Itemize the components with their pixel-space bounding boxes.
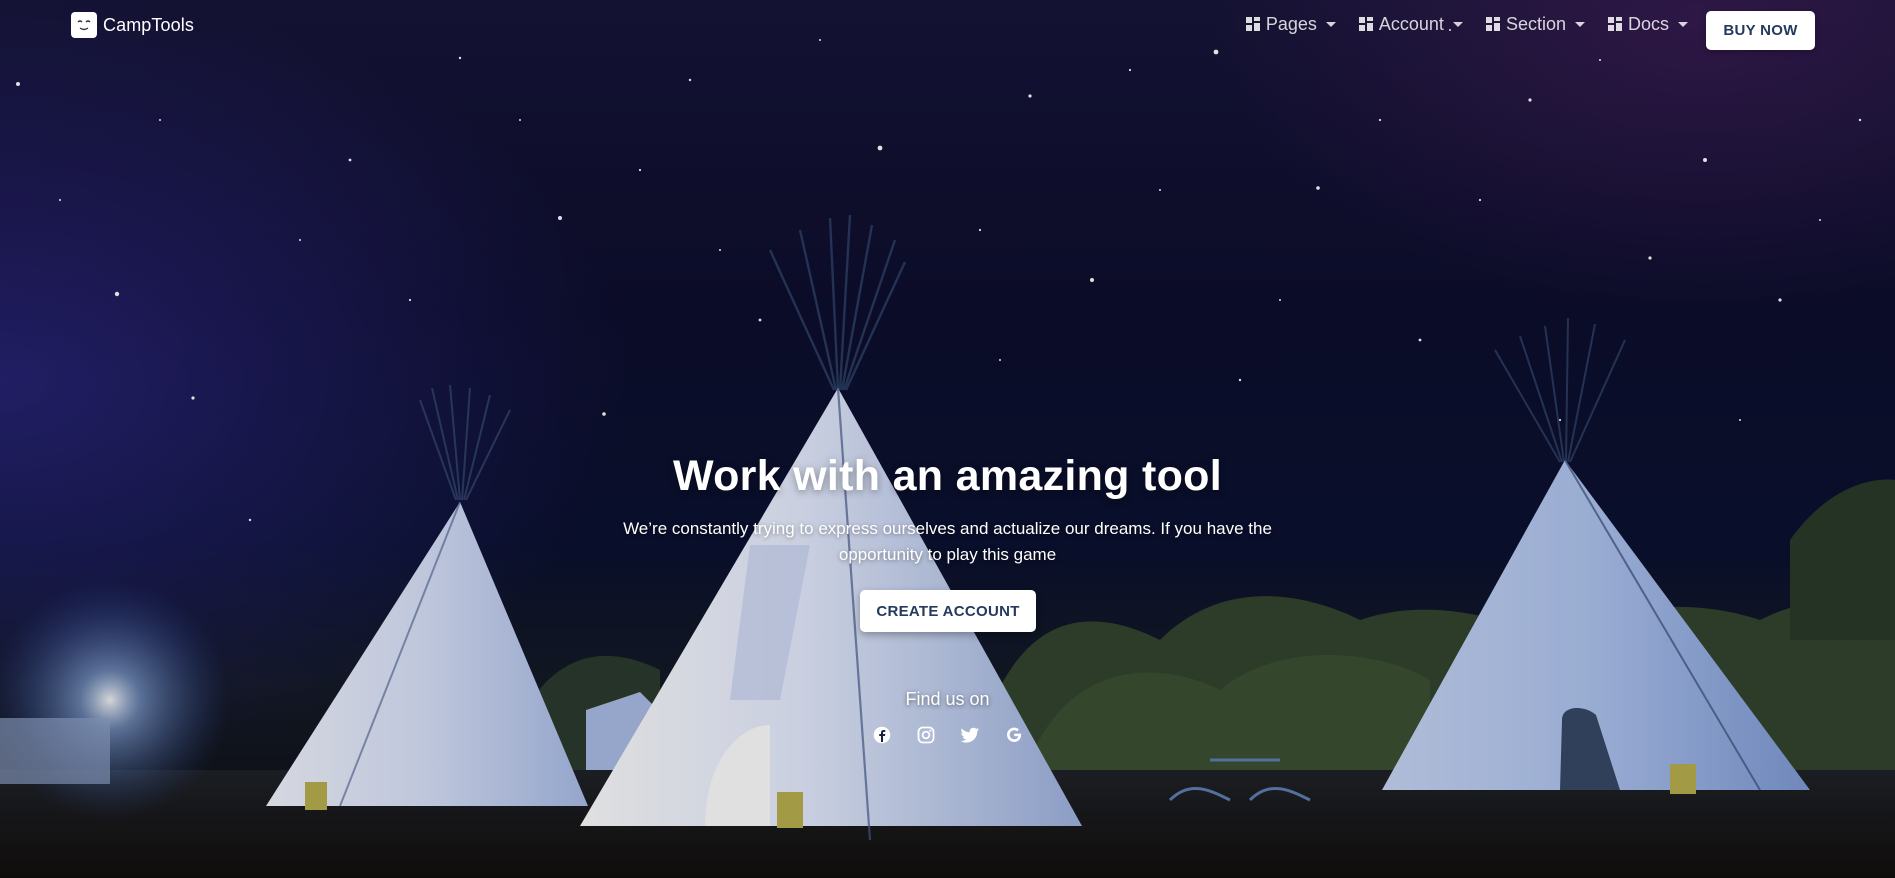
google-icon [1007, 727, 1022, 742]
grid-icon [1245, 17, 1260, 31]
hero-section: CampTools Pages Account Section Docs BUY… [0, 0, 1895, 878]
grid-icon [1485, 17, 1500, 31]
top-navbar: CampTools Pages Account Section Docs BUY… [0, 0, 1895, 60]
nav-item-docs[interactable]: Docs [1607, 14, 1688, 35]
buy-now-button[interactable]: BUY NOW [1706, 11, 1815, 50]
instagram-link[interactable] [914, 723, 938, 747]
grid-icon [1607, 17, 1622, 31]
instagram-icon [917, 726, 935, 744]
nav-item-label: Docs [1627, 13, 1669, 34]
twitter-link[interactable] [958, 723, 982, 747]
create-account-button[interactable]: CREATE ACCOUNT [860, 590, 1036, 632]
nav-item-pages[interactable]: Pages [1245, 14, 1336, 35]
twitter-icon [960, 727, 979, 743]
nav-item-label: Pages [1265, 13, 1317, 34]
nav-menu: Pages Account Section Docs [1245, 11, 1688, 37]
nav-item-label: Account [1378, 13, 1444, 34]
facebook-icon [873, 726, 891, 744]
facebook-link[interactable] [870, 723, 894, 747]
google-link[interactable] [1002, 723, 1026, 747]
nav-item-label: Section [1505, 13, 1566, 34]
find-us-label: Find us on [905, 689, 990, 709]
caret-down-icon [1452, 22, 1463, 27]
hero-description: We’re constantly trying to express ourse… [623, 519, 1272, 564]
nav-item-section[interactable]: Section [1485, 14, 1585, 35]
caret-down-icon [1574, 22, 1585, 27]
caret-down-icon [1325, 22, 1336, 27]
social-links [870, 723, 1026, 747]
nav-item-account[interactable]: Account [1358, 14, 1463, 35]
grid-icon [1358, 17, 1373, 31]
hero-title: Work with an amazing tool [672, 452, 1222, 500]
brand-name: CampTools [103, 14, 194, 35]
brand-logo-icon [71, 12, 97, 38]
brand-link[interactable]: CampTools [71, 11, 194, 39]
caret-down-icon [1678, 22, 1688, 27]
